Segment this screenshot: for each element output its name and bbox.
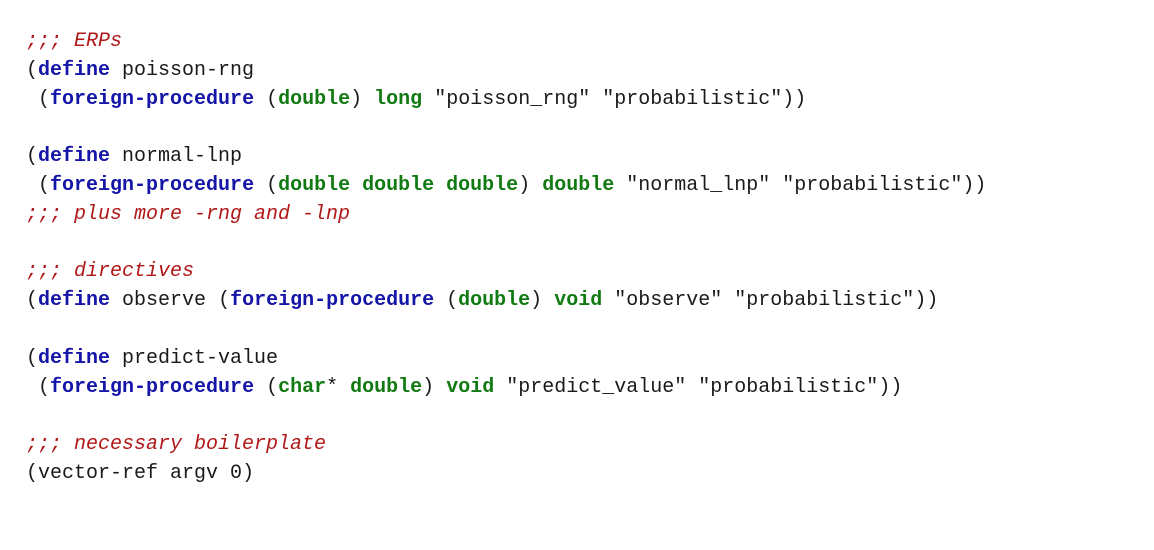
- code-token-string: "probabilistic": [602, 87, 783, 111]
- code-token-string: "observe": [614, 289, 723, 313]
- code-token-keyword: foreign-procedure: [50, 173, 255, 197]
- code-token-keyword: define: [38, 58, 111, 82]
- code-token-paren: (: [266, 173, 279, 197]
- code-token-paren: (: [446, 289, 459, 313]
- code-token-type: double: [362, 173, 435, 197]
- code-token-paren: ): [350, 87, 363, 111]
- code-token-paren: (: [26, 145, 39, 169]
- code-token-type: double: [278, 173, 351, 197]
- code-token-paren: (: [38, 375, 51, 399]
- code-token-keyword: define: [38, 145, 111, 169]
- code-token-paren: )): [878, 375, 903, 399]
- code-token-string: "predict_value": [506, 375, 687, 399]
- code-token-paren: ): [422, 375, 435, 399]
- code-token-comment: ;;; necessary boilerplate: [26, 433, 327, 457]
- code-token-type: void: [446, 375, 495, 399]
- code-token-string: "probabilistic": [782, 173, 963, 197]
- code-line: (foreign-procedure (double double double…: [26, 172, 986, 201]
- code-token-paren: (: [38, 87, 51, 111]
- code-token-plain: poisson-rng: [110, 58, 255, 82]
- code-token-string: "probabilistic": [734, 289, 915, 313]
- code-line: ;;; ERPs: [26, 28, 986, 57]
- code-token-paren: )): [782, 87, 807, 111]
- code-token-paren: (: [266, 375, 279, 399]
- code-line: (define poisson-rng: [26, 57, 986, 86]
- code-token-keyword: foreign-procedure: [230, 289, 435, 313]
- code-token-plain: vector-ref argv 0: [38, 461, 243, 485]
- code-token-paren: (: [26, 289, 39, 313]
- code-line: ;;; directives: [26, 258, 986, 287]
- code-token-keyword: foreign-procedure: [50, 87, 255, 111]
- code-token-type: double: [446, 173, 519, 197]
- code-token-string: "normal_lnp": [626, 173, 771, 197]
- code-token-keyword: foreign-procedure: [50, 375, 255, 399]
- code-token-plain: normal-lnp: [110, 145, 243, 169]
- code-line: (define observe (foreign-procedure (doub…: [26, 287, 986, 316]
- code-token-paren: (: [26, 346, 39, 370]
- code-token-type: double: [350, 375, 423, 399]
- code-token-plain: observe: [110, 289, 219, 313]
- code-token-type: double: [542, 173, 615, 197]
- code-line: ;;; necessary boilerplate: [26, 431, 986, 460]
- code-token-paren: )): [914, 289, 939, 313]
- code-token-paren: (: [38, 173, 51, 197]
- code-token-comment: ;;; ERPs: [26, 30, 123, 53]
- code-token-paren: (: [218, 289, 231, 313]
- code-token-type: double: [458, 289, 531, 313]
- code-token-paren: (: [26, 58, 39, 82]
- code-line: (define predict-value: [26, 345, 986, 374]
- code-token-comment: ;;; directives: [26, 260, 195, 284]
- code-block: ;;; ERPs (define poisson-rng (foreign-pro…: [26, 28, 986, 489]
- code-token-keyword: define: [38, 289, 111, 313]
- code-token-paren: (: [26, 461, 39, 485]
- code-token-string: "probabilistic": [698, 375, 879, 399]
- code-line: ;;; plus more -rng and -lnp: [26, 201, 986, 230]
- code-token-type: double: [278, 87, 351, 111]
- code-token-comment: ;;; plus more -rng and -lnp: [26, 202, 351, 226]
- code-token-plain: predict-value: [110, 346, 279, 370]
- code-token-type: char: [278, 375, 327, 399]
- code-token-type: long: [374, 87, 423, 111]
- code-token-type: void: [554, 289, 603, 313]
- code-token-paren: ): [518, 173, 531, 197]
- code-line: (foreign-procedure (char* double) void "…: [26, 374, 986, 403]
- code-token-paren: (: [266, 87, 279, 111]
- code-token-paren: ): [242, 461, 255, 485]
- code-token-string: "poisson_rng": [434, 87, 591, 111]
- code-line: (vector-ref argv 0): [26, 460, 986, 489]
- code-token-paren: ): [530, 289, 543, 313]
- code-token-plain: *: [326, 375, 339, 399]
- code-token-paren: )): [962, 173, 987, 197]
- code-line: (foreign-procedure (double) long "poisso…: [26, 86, 986, 115]
- code-token-keyword: define: [38, 346, 111, 370]
- code-line: (define normal-lnp: [26, 143, 986, 172]
